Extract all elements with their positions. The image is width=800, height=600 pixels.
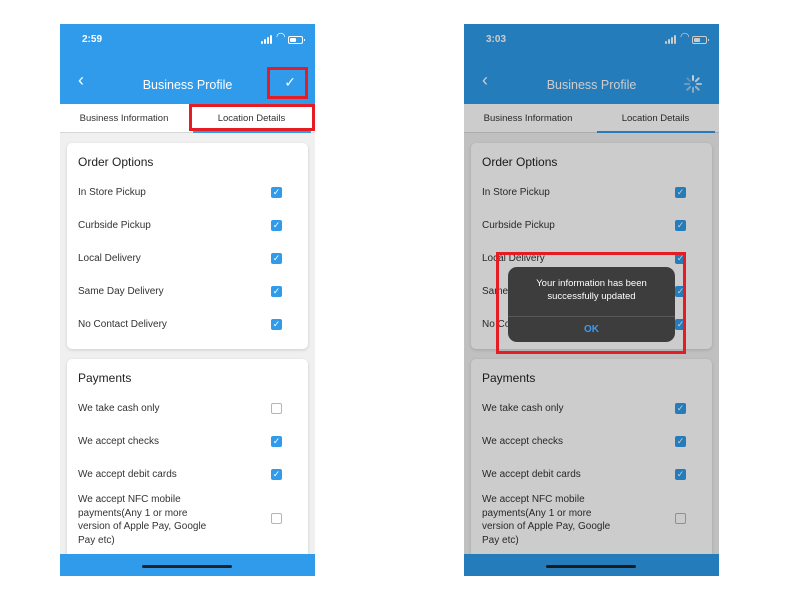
status-bar: 2:59 ◠ [60, 24, 315, 58]
alert-message: Your information has been successfully u… [536, 278, 647, 302]
payments-title: Payments [78, 371, 132, 385]
tab-business-information[interactable]: Business Information [60, 104, 188, 132]
content-area: Order Options In Store Pickup ✓ Curbside… [60, 134, 315, 564]
checkbox-checked-icon[interactable]: ✓ [271, 220, 282, 231]
bottom-bar [60, 554, 315, 576]
checkbox-unchecked-icon[interactable] [271, 513, 282, 524]
checkbox-checked-icon[interactable]: ✓ [271, 187, 282, 198]
battery-icon [288, 36, 305, 44]
checkbox-checked-icon[interactable]: ✓ [271, 436, 282, 447]
page-title: Business Profile [142, 78, 233, 92]
order-options-card: Order Options In Store Pickup ✓ Curbside… [67, 143, 308, 349]
option-label: Local Delivery [78, 253, 141, 264]
option-label: No Contact Delivery [78, 319, 167, 330]
order-options-title: Order Options [78, 155, 154, 169]
status-icons: ◠ [261, 31, 305, 44]
signal-icon [261, 35, 273, 44]
nav-bar: ‹ Business Profile ✓ [60, 58, 315, 104]
option-label: We take cash only [78, 403, 160, 414]
checkbox-checked-icon[interactable]: ✓ [271, 469, 282, 480]
status-time: 2:59 [82, 34, 103, 45]
check-icon[interactable]: ✓ [284, 74, 296, 90]
phone-screen-right: 3:03 ◠ ‹ Business Profile Business Infor… [464, 24, 719, 576]
option-label: In Store Pickup [78, 187, 146, 198]
option-label: We accept checks [78, 436, 159, 447]
alert-ok-button[interactable]: OK [508, 317, 675, 342]
home-indicator[interactable] [142, 565, 232, 568]
phone-screen-left: 2:59 ◠ ‹ Business Profile ✓ Business Inf… [60, 24, 315, 576]
alert-dialog: Your information has been successfully u… [508, 267, 675, 342]
tab-bar: Business Information Location Details [60, 104, 315, 133]
option-label: We accept debit cards [78, 469, 177, 480]
checkbox-checked-icon[interactable]: ✓ [271, 253, 282, 264]
option-label: We accept NFC mobile payments(Any 1 or m… [78, 494, 207, 546]
option-label: Same Day Delivery [78, 286, 164, 297]
tab-location-details[interactable]: Location Details [188, 104, 315, 132]
checkbox-unchecked-icon[interactable] [271, 403, 282, 414]
option-label: Curbside Pickup [78, 220, 151, 231]
wifi-icon: ◠ [276, 31, 286, 43]
active-tab-indicator [193, 131, 311, 133]
checkbox-checked-icon[interactable]: ✓ [271, 286, 282, 297]
checkbox-checked-icon[interactable]: ✓ [271, 319, 282, 330]
payments-card: Payments We take cash only We accept che… [67, 359, 308, 564]
